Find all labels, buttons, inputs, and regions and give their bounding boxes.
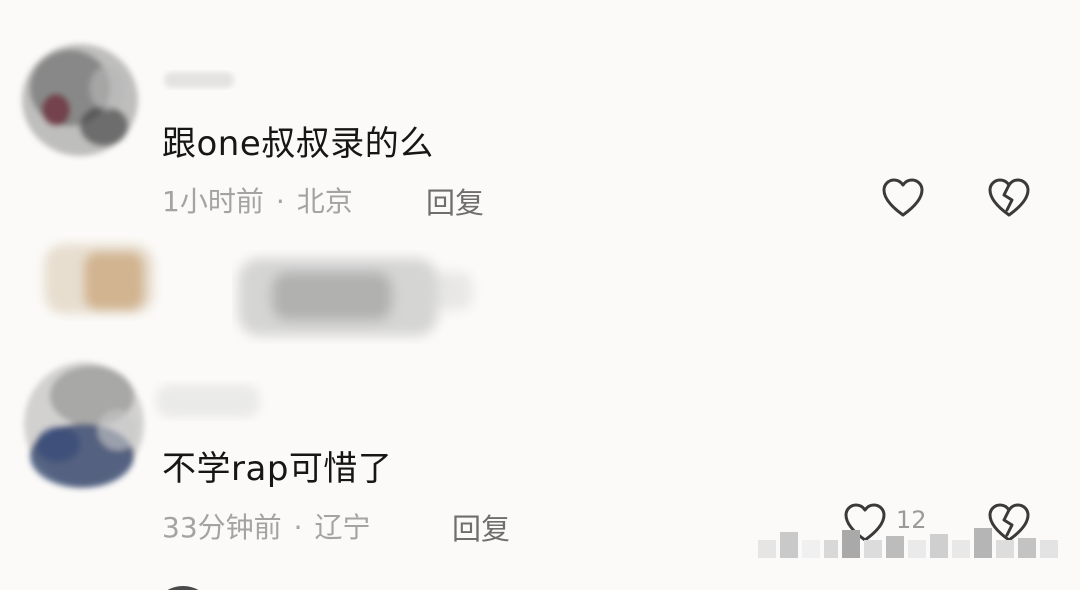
comment-location: 辽宁 — [314, 511, 371, 544]
reply-button[interactable]: 回复 — [452, 506, 510, 548]
username-smudge — [150, 372, 270, 432]
like-button[interactable] — [881, 177, 925, 221]
broken-heart-icon — [988, 178, 1030, 217]
username-smudge — [160, 62, 240, 98]
avatar[interactable] — [12, 348, 152, 498]
comment-text: 跟one叔叔录的么 — [162, 124, 434, 164]
avatar[interactable] — [8, 28, 148, 168]
watermark-mosaic — [758, 528, 1058, 558]
heart-outline-icon — [882, 178, 924, 217]
avatar[interactable] — [158, 580, 208, 590]
comment-meta: 33分钟前 · 辽宁 — [162, 506, 371, 546]
comment-text: 不学rap可惜了 — [162, 449, 393, 489]
meta-separator: · — [275, 185, 285, 218]
comment-location: 北京 — [296, 185, 353, 218]
comment-time: 1小时前 — [162, 185, 264, 218]
meta-separator: · — [293, 511, 303, 544]
comment-meta: 1小时前 · 北京 — [162, 180, 353, 220]
comment-list: 跟one叔叔录的么 1小时前 · 北京 回复 不学rap可惜了 33分钟前 · … — [0, 0, 1080, 590]
blurred-avatar — [34, 230, 164, 326]
comment-time: 33分钟前 — [162, 511, 282, 544]
dislike-button[interactable] — [987, 177, 1031, 221]
blurred-username — [232, 250, 482, 346]
reply-button[interactable]: 回复 — [426, 180, 484, 222]
